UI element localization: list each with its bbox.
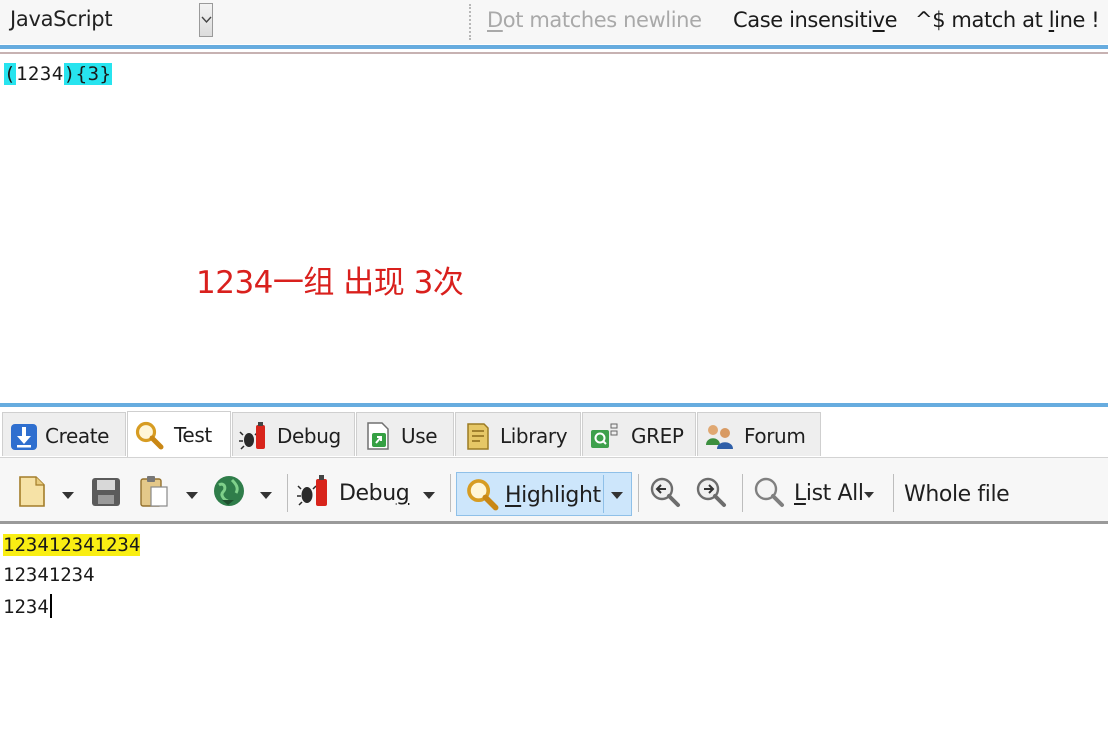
separator [450, 474, 451, 512]
tab-library[interactable]: Library [455, 412, 581, 456]
chevron-down-icon[interactable] [864, 492, 874, 498]
search-icon [754, 477, 784, 507]
tab-test[interactable]: Test [127, 411, 231, 457]
tab-debug[interactable]: Debug [232, 412, 355, 456]
save-icon [92, 478, 120, 506]
debug-button[interactable]: Debug [297, 472, 443, 510]
list-all-button[interactable]: List All [752, 472, 882, 510]
options-bar: JavaScript Dot matches newline Case inse… [0, 0, 1108, 44]
regex-text: (1234){3} [4, 63, 112, 85]
regex-editor[interactable]: (1234){3} 1234一组 出现 3次 [0, 54, 1108, 402]
match-at-line-breaks-option[interactable]: ^$ match at line ! [915, 8, 1100, 32]
annotation-text: 1234一组 出现 3次 [196, 265, 464, 301]
forum-icon [706, 425, 733, 449]
tab-forum[interactable]: Forum [697, 412, 821, 456]
case-insensitive-option[interactable]: Case insensitive [733, 8, 898, 32]
open-button[interactable] [16, 472, 76, 510]
divider [0, 403, 1108, 407]
chevron-down-icon[interactable] [423, 492, 435, 499]
chevron-down-icon[interactable] [260, 492, 272, 499]
globe-icon [214, 476, 244, 506]
subject-line: 123412341234 [3, 534, 141, 556]
next-match-button[interactable] [694, 472, 728, 510]
zoom-next-icon [696, 477, 726, 507]
use-icon [367, 422, 389, 450]
tab-use[interactable]: Use [356, 412, 454, 456]
highlight-button[interactable]: Highlight [456, 472, 632, 516]
debug-icon [239, 422, 265, 450]
clipboard-icon [140, 476, 168, 507]
subject-line: 12341234 [3, 564, 95, 586]
dot-matches-newline-option[interactable]: Dot matches newline [487, 8, 702, 32]
tab-bar: Create Test Debug Use Library GREP Forum [0, 409, 1108, 458]
zoom-previous-icon [650, 477, 680, 507]
chevron-down-icon[interactable] [611, 492, 623, 499]
separator [287, 474, 288, 512]
magnifier-icon [135, 421, 164, 450]
chevron-down-icon[interactable] [186, 492, 198, 499]
chevron-down-icon[interactable] [199, 3, 213, 37]
magnifier-icon [467, 479, 499, 511]
separator [742, 474, 743, 512]
text-caret [49, 594, 52, 618]
subject-line: 1234 [3, 594, 52, 618]
create-icon [11, 424, 37, 450]
grep-icon [591, 423, 618, 448]
separator [469, 4, 471, 40]
web-button[interactable] [212, 472, 276, 510]
library-icon [467, 423, 489, 450]
debug-icon [297, 475, 327, 506]
separator [638, 474, 639, 512]
paste-button[interactable] [138, 472, 200, 510]
open-file-icon [19, 476, 45, 507]
scope-label[interactable]: Whole file [904, 482, 1010, 507]
tab-create[interactable]: Create [2, 412, 126, 456]
subject-text-editor[interactable]: 123412341234 12341234 1234 [0, 524, 1108, 738]
flavor-select[interactable]: JavaScript [0, 2, 214, 38]
separator [893, 474, 894, 512]
match-highlight: 123412341234 [3, 534, 141, 556]
flavor-select-value: JavaScript [10, 7, 113, 31]
save-button[interactable] [90, 472, 124, 510]
test-toolbar: Debug Highlight List All Whole file [0, 458, 1108, 522]
previous-match-button[interactable] [648, 472, 682, 510]
chevron-down-icon[interactable] [62, 492, 74, 499]
divider [0, 45, 1108, 49]
tab-grep[interactable]: GREP [582, 412, 696, 456]
